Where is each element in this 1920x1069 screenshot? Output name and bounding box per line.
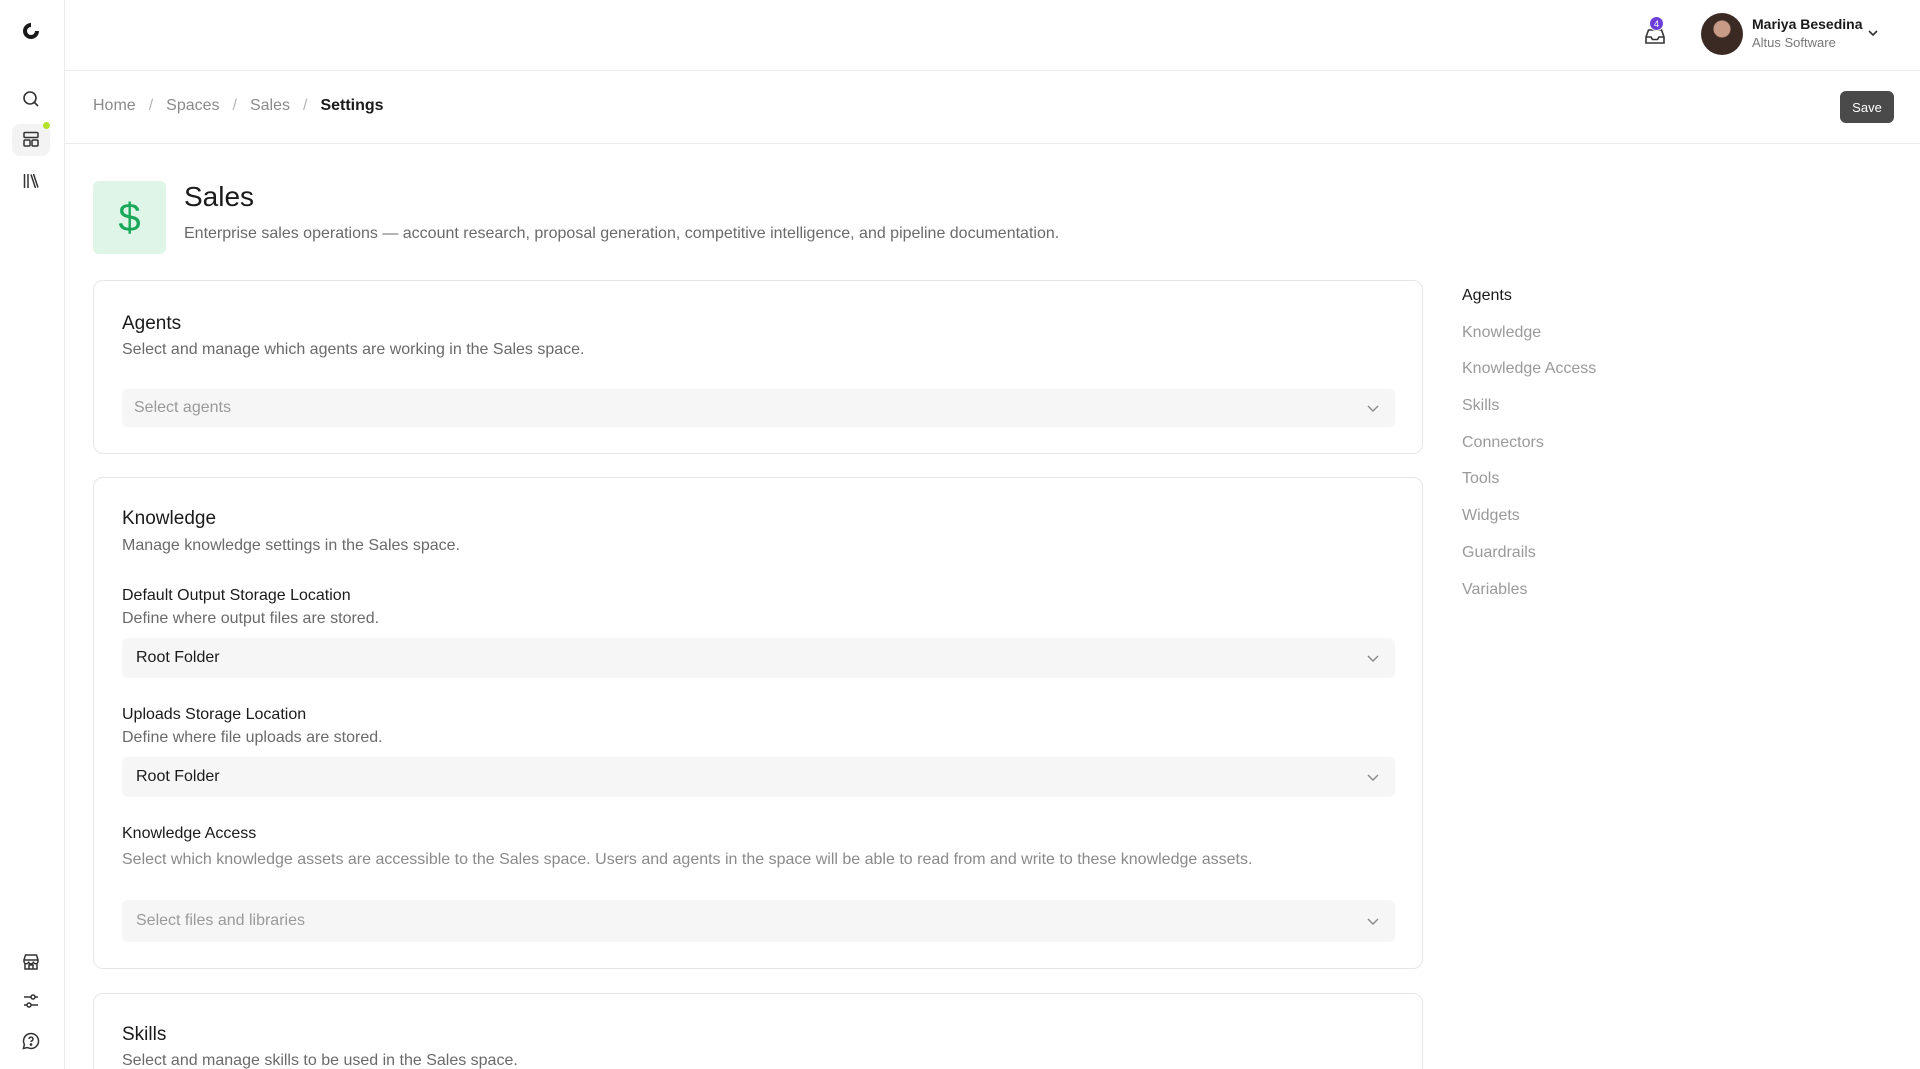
knowledge-access-select[interactable]: Select files and libraries bbox=[122, 900, 1395, 942]
agents-card: Agents Select and manage which agents ar… bbox=[93, 280, 1423, 454]
skills-title: Skills bbox=[122, 1024, 167, 1045]
chevron-down-icon bbox=[1367, 774, 1379, 781]
user-org[interactable]: Altus Software bbox=[1752, 35, 1836, 50]
section-nav-guardrails[interactable]: Guardrails bbox=[1462, 544, 1596, 581]
section-nav-skills[interactable]: Skills bbox=[1462, 397, 1596, 434]
notification-badge: 4 bbox=[1649, 16, 1664, 31]
knowledge-subtitle: Manage knowledge settings in the Sales s… bbox=[122, 537, 460, 554]
breadcrumb-separator: / bbox=[232, 97, 237, 114]
avatar[interactable] bbox=[1701, 13, 1743, 55]
section-nav: Agents Knowledge Knowledge Access Skills… bbox=[1462, 287, 1596, 617]
breadcrumb-separator: / bbox=[303, 97, 308, 114]
uploads-storage-value: Root Folder bbox=[136, 768, 220, 785]
library-icon[interactable] bbox=[20, 170, 42, 192]
chevron-down-icon bbox=[1367, 655, 1379, 662]
knowledge-access-label: Knowledge Access bbox=[122, 825, 257, 842]
section-nav-tools[interactable]: Tools bbox=[1462, 470, 1596, 507]
section-nav-knowledge-access[interactable]: Knowledge Access bbox=[1462, 360, 1596, 397]
breadcrumb-bar: Home / Spaces / Sales / Settings Save bbox=[65, 71, 1920, 144]
search-icon[interactable] bbox=[20, 88, 42, 110]
save-button[interactable]: Save bbox=[1840, 91, 1894, 123]
breadcrumb: Home / Spaces / Sales / Settings bbox=[93, 97, 384, 115]
inbox-button[interactable]: 4 bbox=[1643, 16, 1669, 46]
output-storage-help: Define where output files are stored. bbox=[122, 610, 380, 627]
agents-select-placeholder: Select agents bbox=[134, 399, 231, 416]
status-dot bbox=[43, 122, 50, 129]
output-storage-select[interactable]: Root Folder bbox=[122, 638, 1395, 678]
page-description: Enterprise sales operations — account re… bbox=[184, 225, 1060, 242]
agents-select[interactable]: Select agents bbox=[122, 389, 1395, 427]
section-nav-connectors[interactable]: Connectors bbox=[1462, 434, 1596, 471]
dollar-icon: $ bbox=[93, 181, 166, 254]
section-nav-widgets[interactable]: Widgets bbox=[1462, 507, 1596, 544]
breadcrumb-separator: / bbox=[148, 97, 154, 114]
knowledge-access-placeholder: Select files and libraries bbox=[136, 912, 305, 929]
chevron-down-icon bbox=[1367, 405, 1379, 412]
sliders-icon[interactable] bbox=[20, 990, 42, 1012]
section-nav-variables[interactable]: Variables bbox=[1462, 581, 1596, 618]
output-storage-label: Default Output Storage Location bbox=[122, 587, 351, 604]
chevron-down-icon bbox=[1367, 918, 1379, 925]
knowledge-title: Knowledge bbox=[122, 508, 217, 529]
store-icon[interactable] bbox=[20, 951, 42, 973]
uploads-storage-label: Uploads Storage Location bbox=[122, 706, 307, 723]
breadcrumb-spaces[interactable]: Spaces bbox=[166, 97, 219, 115]
output-storage-value: Root Folder bbox=[136, 649, 220, 666]
uploads-storage-help: Define where file uploads are stored. bbox=[122, 729, 383, 746]
breadcrumb-home[interactable]: Home bbox=[93, 97, 136, 115]
breadcrumb-sales[interactable]: Sales bbox=[250, 97, 290, 115]
skills-card: Skills Select and manage skills to be us… bbox=[93, 993, 1423, 1069]
section-nav-agents[interactable]: Agents bbox=[1462, 287, 1596, 324]
section-nav-knowledge[interactable]: Knowledge bbox=[1462, 324, 1596, 361]
left-rail bbox=[0, 0, 65, 1069]
logo-icon[interactable] bbox=[20, 20, 42, 42]
agents-title: Agents bbox=[122, 313, 182, 334]
help-icon[interactable] bbox=[20, 1030, 42, 1052]
chevron-down-icon[interactable] bbox=[1865, 25, 1881, 41]
page-title: Sales bbox=[184, 181, 255, 212]
breadcrumb-current: Settings bbox=[320, 97, 384, 114]
agents-subtitle: Select and manage which agents are worki… bbox=[122, 341, 585, 358]
skills-subtitle: Select and manage skills to be used in t… bbox=[122, 1052, 518, 1069]
knowledge-access-help: Select which knowledge assets are access… bbox=[122, 851, 1253, 868]
top-bar bbox=[65, 0, 1920, 71]
knowledge-card: Knowledge Manage knowledge settings in t… bbox=[93, 477, 1423, 969]
spaces-icon[interactable] bbox=[20, 128, 42, 150]
uploads-storage-select[interactable]: Root Folder bbox=[122, 757, 1395, 797]
user-name[interactable]: Mariya Besedina bbox=[1752, 16, 1863, 32]
